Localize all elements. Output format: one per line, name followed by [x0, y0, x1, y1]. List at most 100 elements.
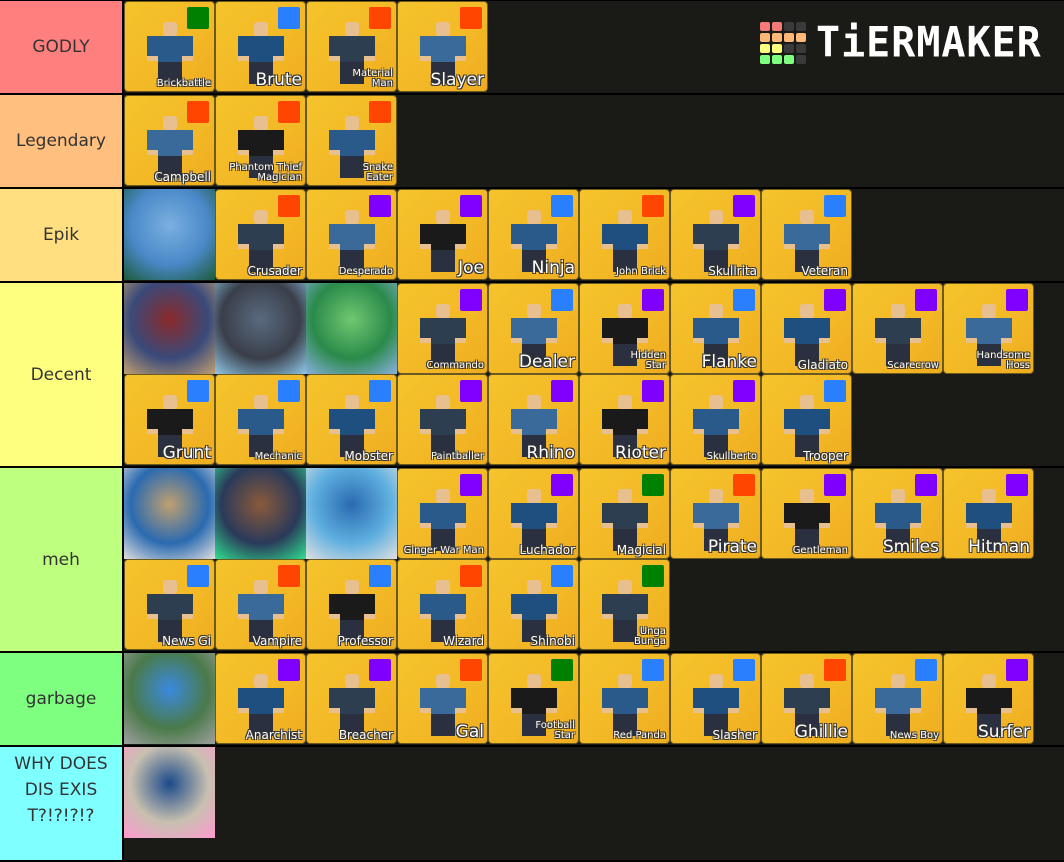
tier-label[interactable]: GODLY	[0, 1, 124, 93]
tier-item[interactable]: Hitman	[943, 468, 1034, 559]
logo-grid-cell	[796, 33, 806, 42]
tier-item[interactable]: Material Man	[306, 1, 397, 92]
item-name: Flanke	[701, 352, 757, 372]
tier-item-image[interactable]	[124, 653, 215, 744]
tier-item[interactable]: Veteran	[761, 189, 852, 280]
tier-item[interactable]: News Gi	[124, 559, 215, 650]
item-name: Scarecrow	[887, 360, 939, 371]
logo-grid-cell	[784, 44, 794, 53]
tier-label[interactable]: WHY DOES DIS EXIS T?!?!?!?	[0, 747, 124, 860]
rarity-badge-purple	[460, 289, 482, 311]
tier-item[interactable]: Shinobi	[488, 559, 579, 650]
character-figure-icon	[419, 489, 466, 551]
tier-item[interactable]: Surfer	[943, 653, 1034, 744]
tier-item-image[interactable]	[215, 468, 306, 559]
tier-item[interactable]: Wizard	[397, 559, 488, 650]
tier-item[interactable]: Skullberto	[670, 374, 761, 465]
tier-item[interactable]: Hidden Star	[579, 283, 670, 374]
tier-item[interactable]: Flanke	[670, 283, 761, 374]
item-name: Phantom Thief Magician	[229, 162, 302, 183]
logo-grid-cell	[760, 33, 770, 42]
tier-item[interactable]: Gal	[397, 653, 488, 744]
tier-item[interactable]: Professor	[306, 559, 397, 650]
character-photo	[124, 747, 215, 838]
item-name: Hitman	[968, 537, 1030, 557]
tier-row: WHY DOES DIS EXIS T?!?!?!?	[0, 747, 1064, 862]
tier-item[interactable]: Paintballer	[397, 374, 488, 465]
tier-item[interactable]: Phantom Thief Magician	[215, 95, 306, 186]
tier-item[interactable]: Unga Bunga	[579, 559, 670, 650]
tier-item[interactable]: Ninja	[488, 189, 579, 280]
item-name: Brute	[255, 70, 302, 90]
tier-item[interactable]: Desperado	[306, 189, 397, 280]
logo-grid-cell	[760, 22, 770, 31]
tier-item[interactable]: John Brick	[579, 189, 670, 280]
tier-label[interactable]: Decent	[0, 283, 124, 466]
tier-item-image[interactable]	[124, 283, 215, 374]
rarity-badge-blue	[642, 659, 664, 681]
tier-item-image[interactable]	[306, 283, 397, 374]
tier-item[interactable]: Scarecrow	[852, 283, 943, 374]
tier-item[interactable]: Ginger War Man	[397, 468, 488, 559]
tier-item[interactable]: Pirate	[670, 468, 761, 559]
tier-item[interactable]: Snake Eater	[306, 95, 397, 186]
item-name: Gladiato	[797, 358, 848, 372]
tier-item[interactable]: Anarchist	[215, 653, 306, 744]
tier-item-image[interactable]	[124, 189, 215, 280]
tier-item-image[interactable]	[306, 468, 397, 559]
rarity-badge-purple	[915, 474, 937, 496]
tier-item[interactable]: Grunt	[124, 374, 215, 465]
tier-item[interactable]: Rioter	[579, 374, 670, 465]
character-figure-icon	[419, 395, 466, 457]
tier-item-image[interactable]	[124, 468, 215, 559]
item-name: Ginger War Man	[403, 545, 484, 556]
character-figure-icon	[328, 210, 375, 272]
tier-item[interactable]: Magicial	[579, 468, 670, 559]
tier-label[interactable]: meh	[0, 468, 124, 651]
logo-grid-cell	[784, 22, 794, 31]
tier-item[interactable]: News Boy	[852, 653, 943, 744]
tier-item[interactable]: Luchador	[488, 468, 579, 559]
tier-item[interactable]: Joe	[397, 189, 488, 280]
tier-item[interactable]: Dealer	[488, 283, 579, 374]
tier-label[interactable]: Epik	[0, 189, 124, 281]
tier-item[interactable]: Football Star	[488, 653, 579, 744]
tier-item[interactable]: Slasher	[670, 653, 761, 744]
tier-item[interactable]: Mobster	[306, 374, 397, 465]
logo-text: TiERMAKER	[816, 18, 1042, 68]
tier-item[interactable]: Brute	[215, 1, 306, 92]
tier-item[interactable]: Gentleman	[761, 468, 852, 559]
rarity-badge-purple	[824, 474, 846, 496]
tier-item[interactable]: Crusader	[215, 189, 306, 280]
tier-item-image[interactable]	[124, 747, 215, 838]
tier-item[interactable]: Brickbattle	[124, 1, 215, 92]
tier-item[interactable]: Commando	[397, 283, 488, 374]
tier-item[interactable]: Red Panda	[579, 653, 670, 744]
tier-label[interactable]: garbage	[0, 653, 124, 745]
tier-item[interactable]: Breacher	[306, 653, 397, 744]
tier-item[interactable]: Gladiato	[761, 283, 852, 374]
tier-item[interactable]: Trooper	[761, 374, 852, 465]
tier-item[interactable]: Slayer	[397, 1, 488, 92]
rarity-badge-purple	[642, 289, 664, 311]
tier-item[interactable]: Rhino	[488, 374, 579, 465]
rarity-badge-blue	[187, 380, 209, 402]
character-photo	[124, 468, 215, 559]
rarity-badge-purple	[1006, 659, 1028, 681]
tier-item[interactable]: Smiles	[852, 468, 943, 559]
tier-item[interactable]: Ghillie	[761, 653, 852, 744]
tier-item[interactable]: Mechanic	[215, 374, 306, 465]
character-figure-icon	[237, 674, 284, 736]
tier-item[interactable]: Vampire	[215, 559, 306, 650]
item-name: Rioter	[614, 443, 666, 463]
tier-item[interactable]: Skullrita	[670, 189, 761, 280]
tier-item-image[interactable]	[215, 283, 306, 374]
rarity-badge-purple	[278, 659, 300, 681]
character-photo	[124, 189, 215, 280]
tier-item[interactable]: Handsome Hoss	[943, 283, 1034, 374]
tier-item[interactable]: Campbell	[124, 95, 215, 186]
item-name: Handsome Hoss	[976, 350, 1030, 371]
rarity-badge-red	[642, 195, 664, 217]
rarity-badge-blue	[551, 289, 573, 311]
tier-label[interactable]: Legendary	[0, 95, 124, 187]
